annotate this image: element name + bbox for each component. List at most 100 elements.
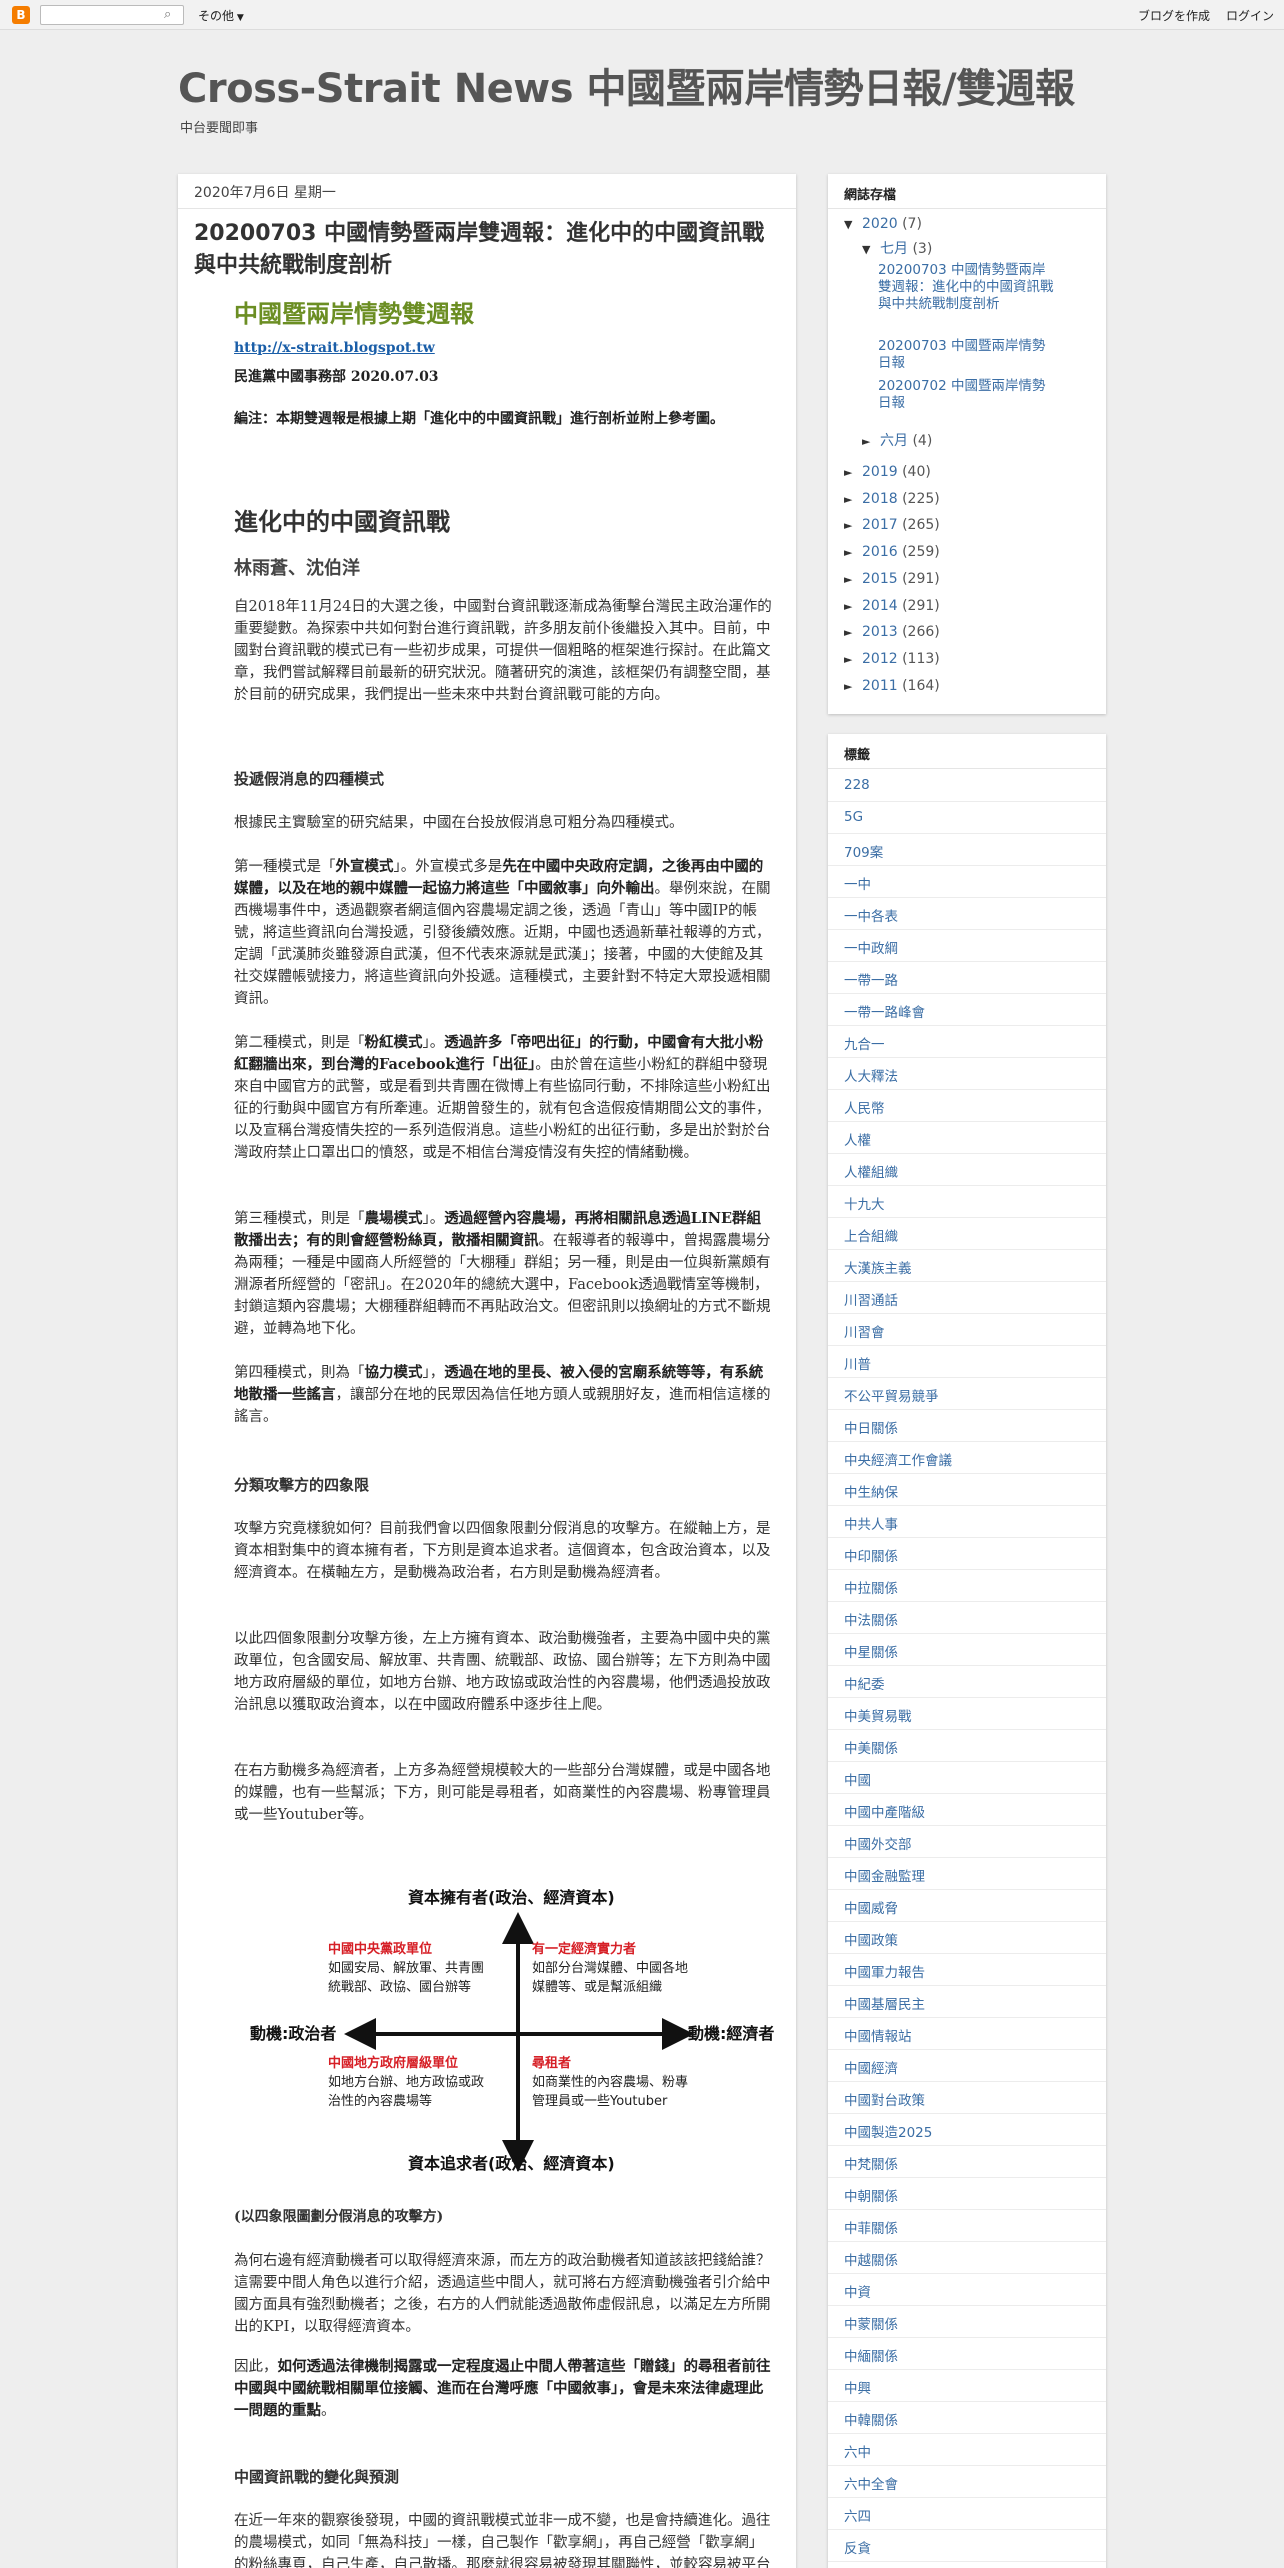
archive-year[interactable]: 2018 [862, 491, 898, 507]
label-item[interactable]: 中國經濟 [828, 2050, 1106, 2082]
collapsed-toggle-icon[interactable]: ► [862, 435, 880, 448]
label-item[interactable]: 大漢族主義 [828, 1250, 1106, 1282]
label-item[interactable]: 228 [828, 770, 1106, 802]
label-link[interactable]: 六中全會 [844, 2473, 898, 2493]
label-link[interactable]: 中央經濟工作會議 [844, 1449, 952, 1469]
label-link[interactable]: 中國製造2025 [844, 2121, 932, 2141]
navbar-search-input[interactable] [40, 5, 184, 25]
label-link[interactable]: 中朝關係 [844, 2185, 898, 2205]
label-link[interactable]: 人權組織 [844, 1161, 898, 1181]
label-item[interactable]: 中國威脅 [828, 1890, 1106, 1922]
label-link[interactable]: 709案 [844, 841, 883, 861]
label-item[interactable]: 中國軍力報告 [828, 1954, 1106, 1986]
archive-post-link[interactable]: 20200702 中國暨兩岸情勢日報 [878, 378, 1058, 412]
label-link[interactable]: 中共人事 [844, 1513, 898, 1533]
label-item[interactable]: 反貪 [828, 2530, 1106, 2562]
label-item[interactable]: 人民幣 [828, 1090, 1106, 1122]
archive-year-2018[interactable]: ► 2018 (225) [844, 491, 940, 507]
archive-post-link[interactable]: 20200703 中國情勢暨兩岸雙週報：進化中的中國資訊戰與中共統戰制度剖析 [878, 262, 1058, 313]
label-item[interactable]: 一帶一路峰會 [828, 994, 1106, 1026]
post-title[interactable]: 20200703 中國情勢暨兩岸雙週報：進化中的中國資訊戰與中共統戰制度剖析 [194, 218, 784, 282]
label-item[interactable]: 人大釋法 [828, 1058, 1106, 1090]
collapsed-toggle-icon[interactable]: ► [844, 546, 862, 559]
label-link[interactable]: 川習會 [844, 1321, 885, 1341]
archive-month-june[interactable]: ► 六月 (4) [862, 430, 932, 450]
archive-year-2015[interactable]: ► 2015 (291) [844, 571, 940, 587]
label-item[interactable]: 中紀委 [828, 1666, 1106, 1698]
label-item[interactable]: 中國外交部 [828, 1826, 1106, 1858]
label-link[interactable]: 中資 [844, 2281, 871, 2301]
label-item[interactable]: 中興 [828, 2370, 1106, 2402]
label-item[interactable]: 中星關係 [828, 1634, 1106, 1666]
label-link[interactable]: 中蒙關係 [844, 2313, 898, 2333]
label-link[interactable]: 十九大 [844, 1193, 885, 1213]
label-item[interactable]: 中國對台政策 [828, 2082, 1106, 2114]
expanded-toggle-icon[interactable]: ▼ [862, 243, 880, 256]
label-item[interactable]: 中國製造2025 [828, 2114, 1106, 2146]
collapsed-toggle-icon[interactable]: ► [844, 653, 862, 666]
label-link[interactable]: 上合組織 [844, 1225, 898, 1245]
label-item[interactable]: 中朝關係 [828, 2178, 1106, 2210]
label-link[interactable]: 中興 [844, 2377, 871, 2397]
archive-month[interactable]: 七月 [880, 241, 908, 257]
label-item[interactable]: 中國中產階級 [828, 1794, 1106, 1826]
label-link[interactable]: 人大釋法 [844, 1065, 898, 1085]
label-item[interactable]: 5G [828, 802, 1106, 834]
archive-year[interactable]: 2013 [862, 624, 898, 640]
label-link[interactable]: 中拉關係 [844, 1577, 898, 1597]
label-item[interactable]: 中美關係 [828, 1730, 1106, 1762]
collapsed-toggle-icon[interactable]: ► [844, 493, 862, 506]
archive-post-link[interactable]: 20200703 中國暨兩岸情勢日報 [878, 338, 1058, 372]
label-item[interactable]: 十九大 [828, 1186, 1106, 1218]
label-item[interactable]: 川習會 [828, 1314, 1106, 1346]
label-link[interactable]: 人權 [844, 1129, 871, 1149]
archive-year-2019[interactable]: ► 2019 (40) [844, 464, 931, 480]
label-link[interactable]: 一帶一路峰會 [844, 1001, 925, 1021]
expanded-toggle-icon[interactable]: ▼ [844, 218, 862, 231]
label-link[interactable]: 一中 [844, 873, 871, 893]
collapsed-toggle-icon[interactable]: ► [844, 600, 862, 613]
label-link[interactable]: 中星關係 [844, 1641, 898, 1661]
label-link[interactable]: 中日關係 [844, 1417, 898, 1437]
archive-year-2013[interactable]: ► 2013 (266) [844, 624, 940, 640]
blog-title[interactable]: Cross-Strait News 中國暨兩岸情勢日報/雙週報 [178, 56, 1075, 114]
label-link[interactable]: 六四 [844, 2505, 871, 2525]
label-link[interactable]: 5G [844, 809, 863, 825]
label-item[interactable]: 中韓關係 [828, 2402, 1106, 2434]
label-link[interactable]: 中國威脅 [844, 1897, 898, 1917]
archive-year-2014[interactable]: ► 2014 (291) [844, 598, 940, 614]
label-link[interactable]: 一中各表 [844, 905, 898, 925]
archive-year-2011[interactable]: ► 2011 (164) [844, 678, 940, 694]
label-item[interactable]: 中國金融監理 [828, 1858, 1106, 1890]
label-link[interactable]: 九合一 [844, 1033, 885, 1053]
archive-year[interactable]: 2012 [862, 651, 898, 667]
label-item[interactable]: 中印關係 [828, 1538, 1106, 1570]
archive-year[interactable]: 2017 [862, 517, 898, 533]
label-item[interactable]: 中資 [828, 2274, 1106, 2306]
create-blog-link[interactable]: ブログを作成 [1138, 7, 1210, 24]
archive-year-2016[interactable]: ► 2016 (259) [844, 544, 940, 560]
label-item[interactable]: 不公平貿易競爭 [828, 1378, 1106, 1410]
label-link[interactable]: 中國金融監理 [844, 1865, 925, 1885]
label-link[interactable]: 中國 [844, 1769, 871, 1789]
label-item[interactable]: 中法關係 [828, 1602, 1106, 1634]
label-item[interactable]: 六中 [828, 2434, 1106, 2466]
blogger-logo-icon[interactable]: B [12, 6, 30, 24]
archive-year[interactable]: 2014 [862, 598, 898, 614]
archive-year-2017[interactable]: ► 2017 (265) [844, 517, 940, 533]
label-link[interactable]: 中國基層民主 [844, 1993, 925, 2013]
label-link[interactable]: 中紀委 [844, 1673, 885, 1693]
label-link[interactable]: 中國外交部 [844, 1833, 912, 1853]
label-item[interactable]: 中拉關係 [828, 1570, 1106, 1602]
label-link[interactable]: 一中政綱 [844, 937, 898, 957]
label-link[interactable]: 中法關係 [844, 1609, 898, 1629]
collapsed-toggle-icon[interactable]: ► [844, 466, 862, 479]
archive-year-2012[interactable]: ► 2012 (113) [844, 651, 940, 667]
label-link[interactable]: 中印關係 [844, 1545, 898, 1565]
label-link[interactable]: 中緬關係 [844, 2345, 898, 2365]
collapsed-toggle-icon[interactable]: ► [844, 680, 862, 693]
label-item[interactable]: 川普 [828, 1346, 1106, 1378]
label-link[interactable]: 中國軍力報告 [844, 1961, 925, 1981]
label-item[interactable]: 中蒙關係 [828, 2306, 1106, 2338]
label-item[interactable]: 中梵關係 [828, 2146, 1106, 2178]
